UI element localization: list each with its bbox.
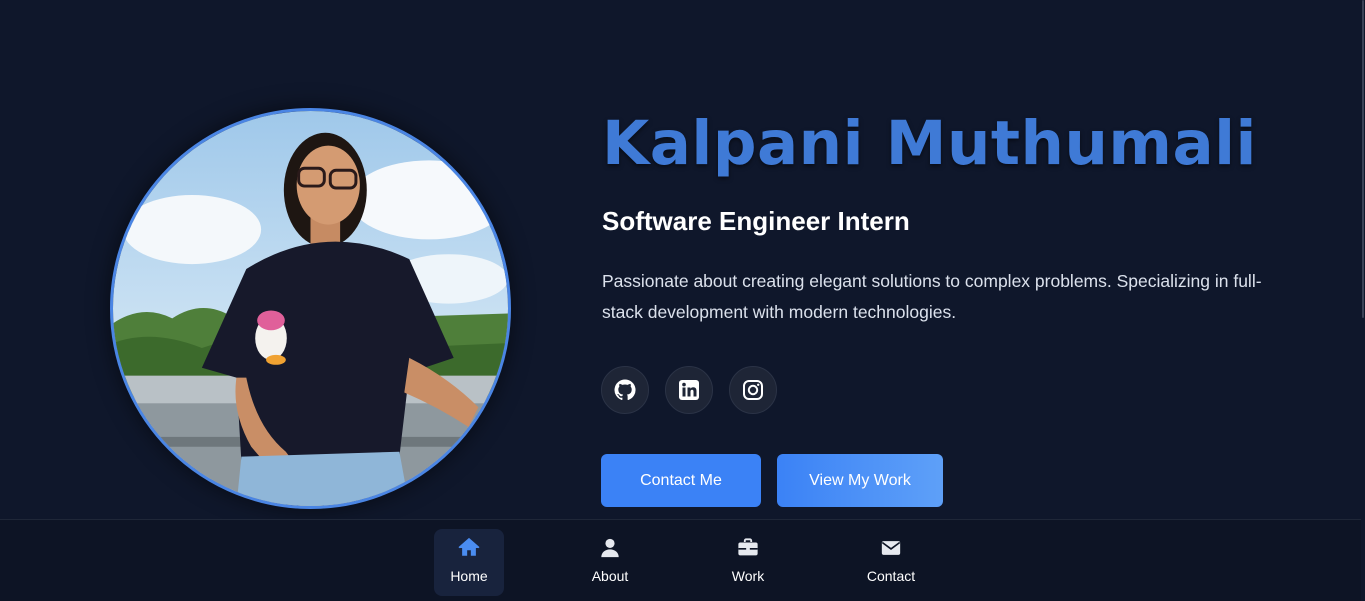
github-icon <box>614 379 636 400</box>
envelope-icon <box>881 541 901 555</box>
nav-item-about[interactable]: About <box>575 529 645 596</box>
nav-label-contact: Contact <box>866 568 916 584</box>
contact-me-button[interactable]: Contact Me <box>601 454 761 507</box>
nav-item-home[interactable]: Home <box>434 529 504 596</box>
hero-actions: Contact Me View My Work <box>601 454 943 507</box>
view-my-work-button[interactable]: View My Work <box>777 454 943 507</box>
scrollbar-thumb[interactable] <box>1362 0 1364 318</box>
instagram-icon <box>743 380 763 400</box>
portfolio-page: Kalpani Muthumali Software Engineer Inte… <box>0 0 1365 601</box>
github-link[interactable] <box>601 366 649 414</box>
briefcase-icon <box>738 538 758 556</box>
user-icon <box>601 538 619 558</box>
social-links <box>601 366 777 414</box>
page-scrollbar[interactable] <box>1361 0 1365 601</box>
linkedin-icon <box>679 380 699 400</box>
nav-label-home: Home <box>450 568 488 584</box>
nav-item-contact[interactable]: Contact <box>856 529 926 596</box>
hero-bio: Passionate about creating elegant soluti… <box>602 271 1262 322</box>
hero-name: Kalpani Muthumali <box>602 108 1257 179</box>
profile-photo <box>110 108 511 509</box>
nav-item-work[interactable]: Work <box>713 529 783 596</box>
home-icon <box>458 537 480 556</box>
nav-label-about: About <box>591 568 629 584</box>
instagram-link[interactable] <box>729 366 777 414</box>
bottom-navigation: Home About Work Contact <box>0 519 1361 601</box>
nav-label-work: Work <box>731 568 765 584</box>
hero-role: Software Engineer Intern <box>602 206 910 236</box>
linkedin-link[interactable] <box>665 366 713 414</box>
